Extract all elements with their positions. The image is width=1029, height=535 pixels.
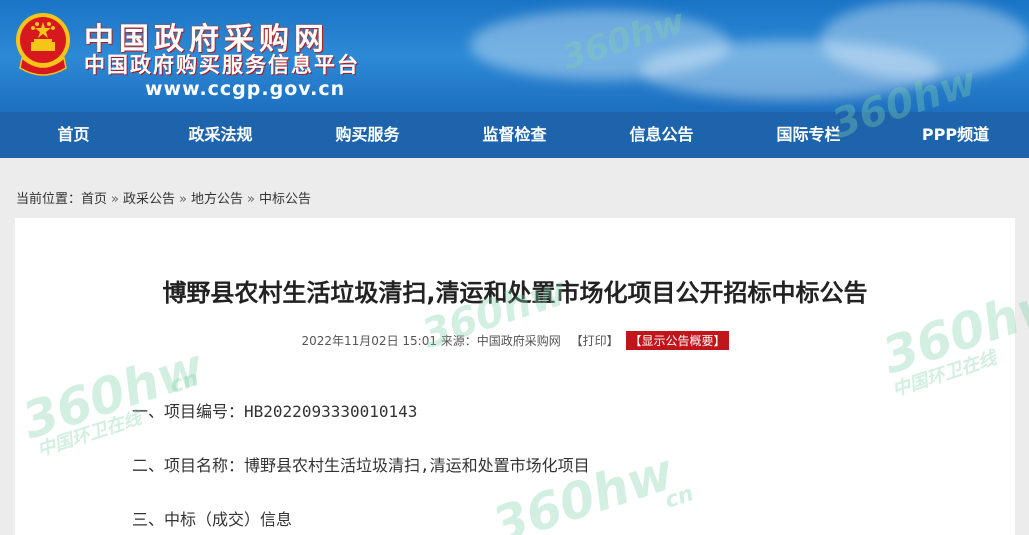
site-subtitle: 中国政府购买服务信息平台 bbox=[84, 53, 360, 77]
breadcrumb-separator: » bbox=[179, 192, 187, 207]
article-meta: 2022年11月02日 15:01 来源：中国政府采购网 【打印】 【显示公告概… bbox=[15, 331, 1015, 350]
cloud-decoration bbox=[820, 0, 1029, 80]
article-card: 博野县农村生活垃圾清扫,清运和处置市场化项目公开招标中标公告 2022年11月0… bbox=[15, 218, 1015, 535]
breadcrumb: 当前位置：首页 » 政采公告 » 地方公告 » 中标公告 bbox=[16, 188, 311, 207]
row-label: 一、项目编号： bbox=[132, 402, 245, 421]
project-number-row: 一、项目编号：HB2022093330010143 bbox=[132, 398, 417, 422]
row-value: 博野县农村生活垃圾清扫,清运和处置市场化项目 bbox=[244, 456, 590, 475]
nav-item-ppp[interactable]: PPP频道 bbox=[882, 112, 1029, 158]
site-url[interactable]: www.ccgp.gov.cn bbox=[145, 78, 345, 100]
nav-item-international[interactable]: 国际专栏 bbox=[735, 112, 882, 158]
breadcrumb-separator: » bbox=[247, 192, 255, 207]
nav-item-announcements[interactable]: 信息公告 bbox=[588, 112, 735, 158]
nav-item-supervision[interactable]: 监督检查 bbox=[441, 112, 588, 158]
nav-item-home[interactable]: 首页 bbox=[0, 112, 147, 158]
breadcrumb-local[interactable]: 地方公告 bbox=[191, 192, 243, 207]
breadcrumb-separator: » bbox=[111, 192, 119, 207]
national-emblem-icon bbox=[16, 13, 70, 76]
project-name-row: 二、项目名称：博野县农村生活垃圾清扫,清运和处置市场化项目 bbox=[132, 452, 590, 476]
breadcrumb-home[interactable]: 首页 bbox=[81, 192, 107, 207]
row-label: 二、项目名称： bbox=[132, 456, 245, 475]
row-label: 三、中标（成交）信息 bbox=[132, 510, 293, 529]
nav-item-purchase-services[interactable]: 购买服务 bbox=[294, 112, 441, 158]
nav-item-regulations[interactable]: 政采法规 bbox=[147, 112, 294, 158]
source: 来源：中国政府采购网 bbox=[440, 334, 561, 348]
row-value: HB2022093330010143 bbox=[244, 402, 418, 421]
article-title: 博野县农村生活垃圾清扫,清运和处置市场化项目公开招标中标公告 bbox=[162, 279, 868, 307]
show-summary-button[interactable]: 【显示公告概要】 bbox=[626, 331, 729, 350]
print-link[interactable]: 【打印】 bbox=[571, 334, 619, 348]
award-info-row: 三、中标（成交）信息 bbox=[132, 506, 292, 530]
breadcrumb-gov-procurement[interactable]: 政采公告 bbox=[123, 192, 175, 207]
site-banner: 中国政府采购网 中国政府购买服务信息平台 www.ccgp.gov.cn bbox=[0, 0, 1029, 112]
breadcrumb-award[interactable]: 中标公告 bbox=[259, 192, 311, 207]
breadcrumb-prefix: 当前位置： bbox=[16, 192, 82, 207]
main-nav: 首页 政采法规 购买服务 监督检查 信息公告 国际专栏 PPP频道 bbox=[0, 112, 1029, 158]
publish-date: 2022年11月02日 15:01 bbox=[301, 334, 437, 348]
